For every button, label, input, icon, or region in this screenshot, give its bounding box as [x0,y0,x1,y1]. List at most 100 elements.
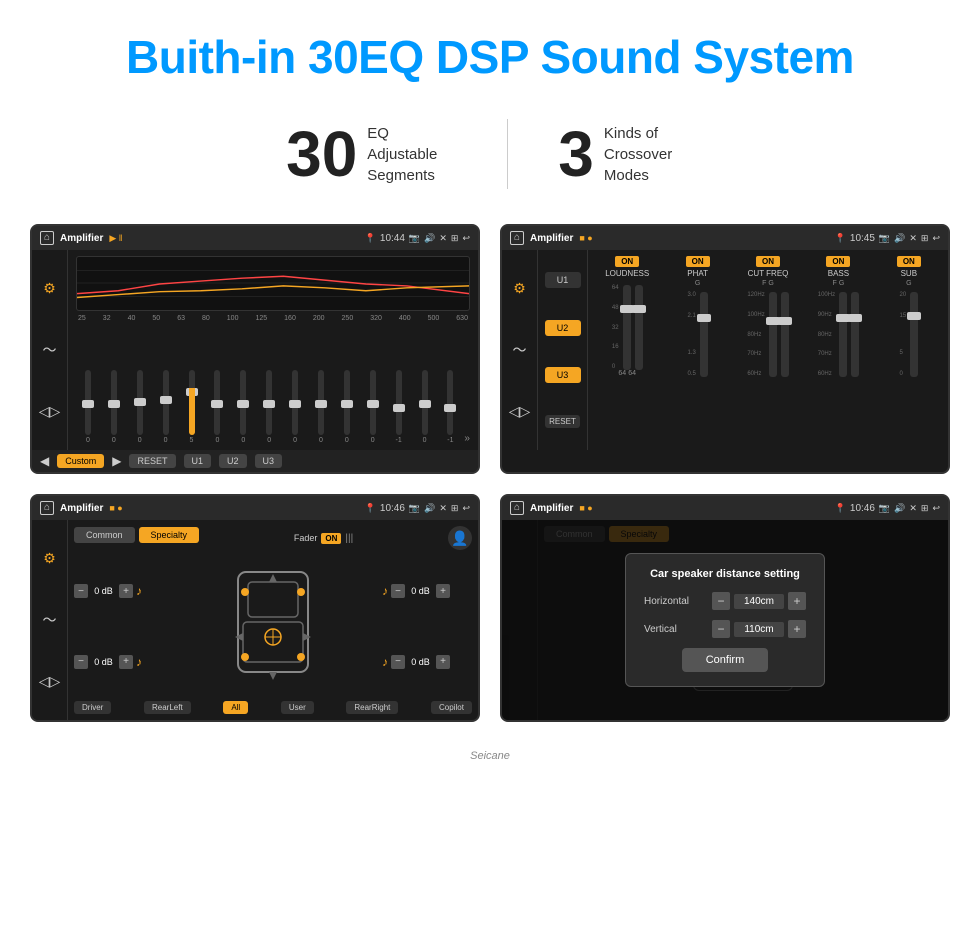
speaker-main: Common Specialty Fader ON ||| 👤 [68,520,478,720]
db-plus-1[interactable]: + [119,584,133,598]
home-icon[interactable] [40,231,54,245]
rear-left-btn[interactable]: RearLeft [144,701,191,714]
speaker-left-controls: − 0 dB + ♪ − 0 dB + ♪ [74,556,164,697]
eq-wave-icon[interactable]: 〜 [43,340,57,360]
loudness-slider1[interactable] [623,285,631,370]
speaker-icon-4: ♪ [382,655,388,669]
all-btn[interactable]: All [223,701,248,714]
speaker-status-icons: 📍 10:46 📷 🔊 ✕ ⊞ ↩ [365,503,470,514]
speaker-screen: Amplifier ■ ● 📍 10:46 📷 🔊 ✕ ⊞ ↩ ⚙ 〜 ◁▷ [30,494,480,722]
eq-u2-btn[interactable]: U2 [219,454,247,468]
dist-horizontal-plus[interactable]: + [788,592,806,610]
cross-u2-btn[interactable]: U2 [545,320,581,336]
bass-on-btn[interactable]: ON [826,256,850,267]
db-plus-4[interactable]: + [436,655,450,669]
db-minus-3[interactable]: − [391,584,405,598]
eq-u1-btn[interactable]: U1 [184,454,212,468]
eq-sliders-area: 0 0 0 [76,326,470,444]
speaker-icon-1: ♪ [136,584,142,598]
common-tab[interactable]: Common [74,527,135,543]
dist-home-icon[interactable] [510,501,524,515]
db-minus-1[interactable]: − [74,584,88,598]
sub-on-btn[interactable]: ON [897,256,921,267]
fader-control: Fader ON ||| [294,533,353,544]
stat-eq: 30 EQ AdjustableSegments [236,122,507,186]
speaker-status-icons2: ■ ● [109,503,122,513]
db-val-2: 0 dB [91,657,116,667]
dist-vertical-plus[interactable]: + [788,620,806,638]
db-plus-2[interactable]: + [119,655,133,669]
loudness-on-btn[interactable]: ON [615,256,639,267]
dist-overlay: Car speaker distance setting Horizontal … [502,520,948,720]
cross-home-icon[interactable] [510,231,524,245]
fader-on-btn[interactable]: ON [321,533,341,544]
bass-slider2[interactable] [851,292,859,377]
expand-icon[interactable]: » [464,433,470,444]
dist-content: Common Specialty Car speaker distance se… [502,520,948,720]
dist-vertical-minus[interactable]: − [712,620,730,638]
confirm-button[interactable]: Confirm [682,648,769,672]
eq-settings-icon[interactable]: ⚙ [43,280,56,297]
watermark: Seicane [0,742,980,770]
db-plus-3[interactable]: + [436,584,450,598]
speaker-close-icon: ✕ [439,503,447,514]
phat-on-btn[interactable]: ON [686,256,710,267]
eq-slider-3: 0 [128,370,152,444]
phat-channel: ON PHAT G 3.02.11.30.5 [664,256,730,444]
window-icon: ⊞ [451,233,459,244]
eq-slider-12: 0 [361,370,385,444]
eq-prev-icon[interactable]: ◀ [40,454,49,468]
cross-settings-icon[interactable]: ⚙ [513,280,526,297]
db-minus-2[interactable]: − [74,655,88,669]
cutfreq-channel: ON CUT FREQ FG 120Hz100Hz80Hz70Hz60Hz [735,256,801,444]
cutfreq-slider1[interactable] [769,292,777,377]
cross-presets: U1 U2 U3 RESET [538,250,588,450]
db-minus-4[interactable]: − [391,655,405,669]
eq-u3-btn[interactable]: U3 [255,454,283,468]
speaker-home-icon[interactable] [40,501,54,515]
cross-reset-btn[interactable]: RESET [545,415,580,428]
sub-slider1[interactable] [910,292,918,377]
copilot-btn[interactable]: Copilot [431,701,472,714]
bass-slider1[interactable] [839,292,847,377]
eq-reset-btn[interactable]: RESET [129,454,175,468]
cutfreq-on-btn[interactable]: ON [756,256,780,267]
dist-horizontal-minus[interactable]: − [712,592,730,610]
specialty-tab[interactable]: Specialty [139,527,200,543]
eq-content: ⚙ 〜 ◁▷ [32,250,478,450]
speaker-settings-icon[interactable]: ⚙ [43,550,56,567]
eq-icons: ▶ ‖ [109,233,122,244]
bass-sliders: 100Hz90Hz80Hz70Hz60Hz [818,287,859,377]
speaker-wave-icon[interactable]: 〜 [43,610,57,630]
cross-status-left: Amplifier ■ ● [510,231,593,245]
phat-label: PHAT [687,269,708,278]
driver-btn[interactable]: Driver [74,701,111,714]
stat-crossover-label: Kinds ofCrossover Modes [604,123,694,186]
cross-volume-icon[interactable]: ◁▷ [509,403,531,420]
cross-window-icon: ⊞ [921,233,929,244]
eq-custom-btn[interactable]: Custom [57,454,104,468]
cross-content: ⚙ 〜 ◁▷ U1 U2 U3 RESET ON LOUDNESS [502,250,948,450]
speaker-vol-icon[interactable]: ◁▷ [39,673,61,690]
eq-play-icon[interactable]: ▶ [112,454,121,468]
close-icon: ✕ [439,233,447,244]
cross-u3-btn[interactable]: U3 [545,367,581,383]
phat-slider1[interactable] [700,292,708,377]
cross-icons: ■ ● [579,233,592,243]
camera-icon: 📷 [409,233,420,244]
cutfreq-slider2[interactable] [781,292,789,377]
eq-freq-labels: 2532405063 80100125160200 25032040050063… [76,315,470,322]
cross-volume-icon: 🔊 [894,233,905,244]
cross-wave-icon[interactable]: 〜 [513,340,527,360]
rear-right-btn[interactable]: RearRight [346,701,398,714]
eq-volume-icon[interactable]: ◁▷ [39,403,61,420]
speaker-profile-icon[interactable]: 👤 [448,526,472,550]
eq-slider-1: 0 [76,370,100,444]
cross-main: U1 U2 U3 RESET ON LOUDNESS 644832160 [538,250,948,450]
loudness-slider2[interactable] [635,285,643,370]
loudness-sliders: 644832160 [612,280,643,370]
cross-u1-btn[interactable]: U1 [545,272,581,288]
stat-crossover: 3 Kinds ofCrossover Modes [508,122,744,186]
eq-slider-7: 0 [231,370,255,444]
user-btn[interactable]: User [281,701,314,714]
